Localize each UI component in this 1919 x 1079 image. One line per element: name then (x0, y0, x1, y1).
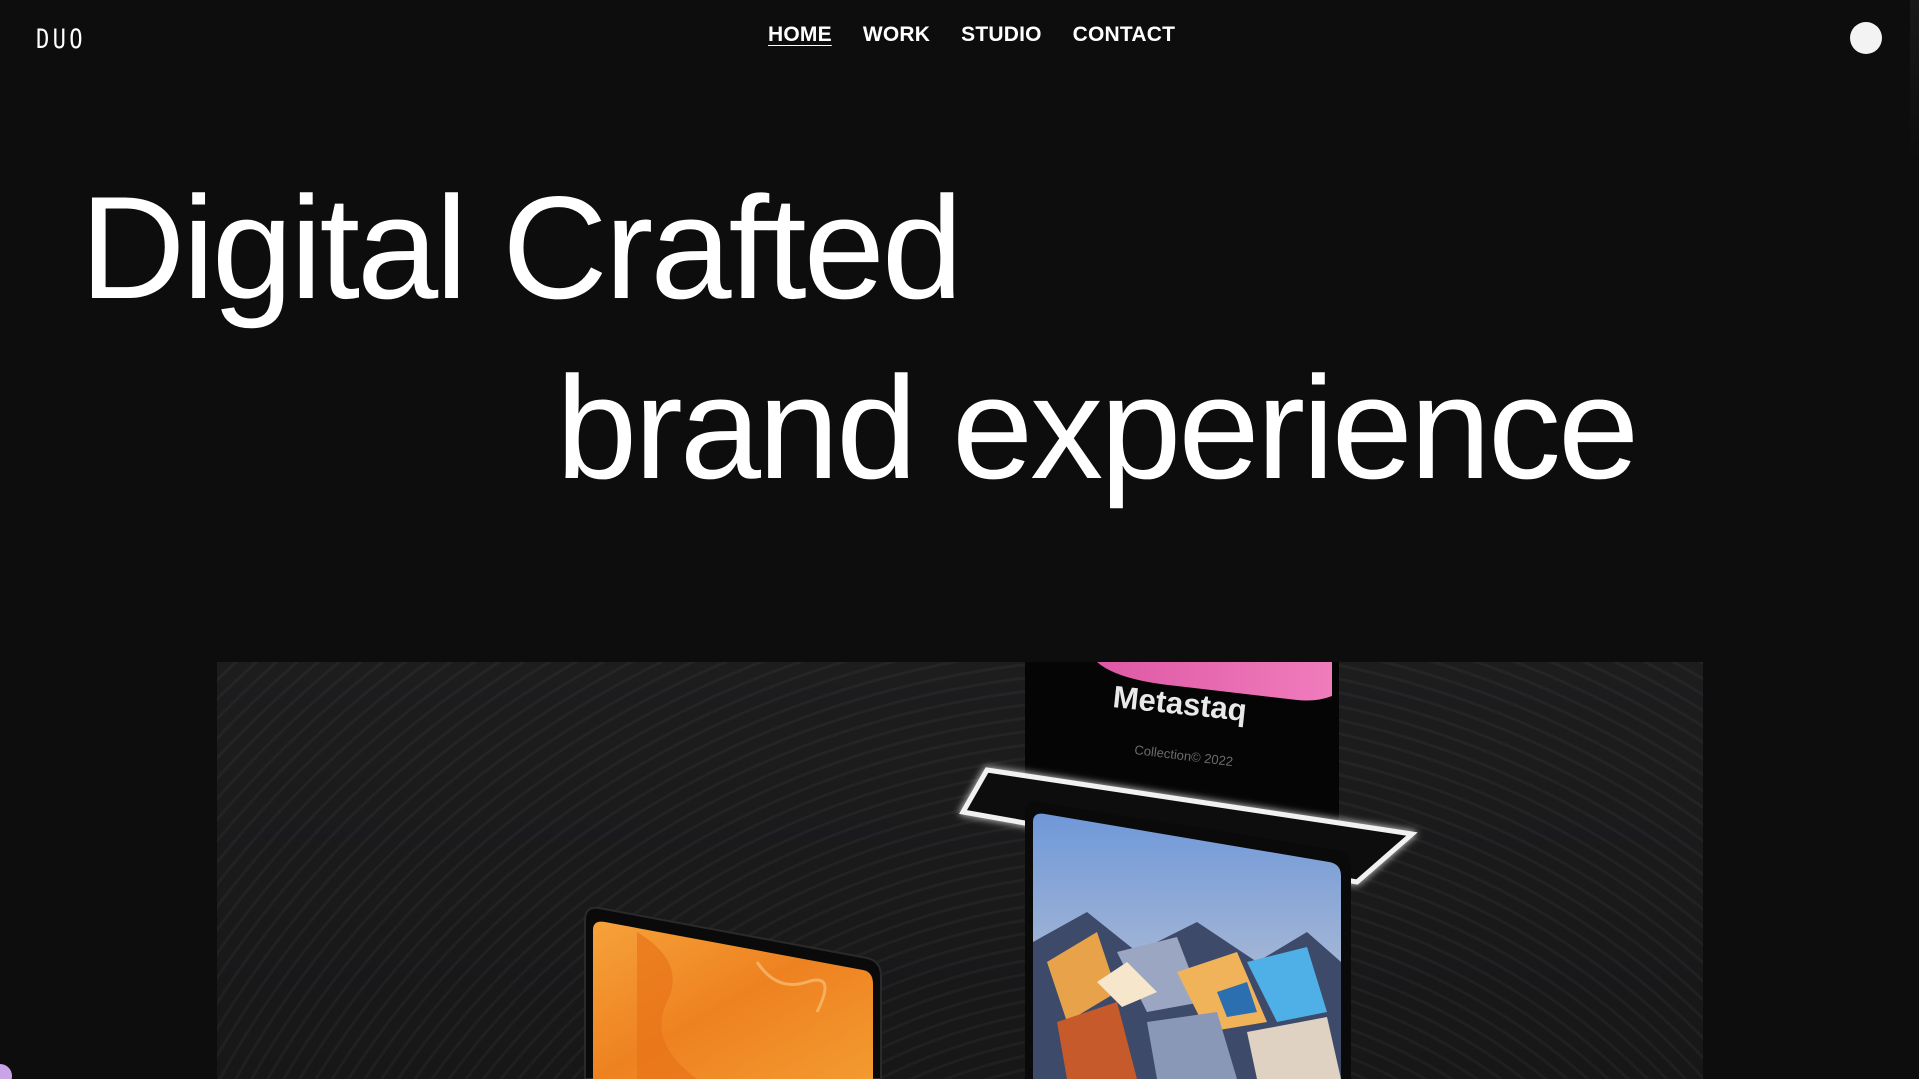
showcase-artwork: Metastaq Collection© 2022 (584, 662, 1418, 1079)
hero-headline-line-2: brand experience (556, 346, 1639, 509)
main-nav: HOME WORK STUDIO CONTACT (768, 23, 1175, 47)
logo[interactable]: DUO (36, 24, 86, 55)
showcase-image: Metastaq Collection© 2022 (217, 662, 1703, 1079)
corner-decoration (0, 1064, 12, 1079)
orange-card (584, 906, 882, 1079)
circle-menu-icon[interactable] (1850, 22, 1882, 54)
hero-headline-line-1: Digital Crafted (80, 166, 963, 329)
scrollbar[interactable] (1910, 0, 1919, 160)
nav-item-contact[interactable]: CONTACT (1073, 23, 1176, 47)
page: DUO HOME WORK STUDIO CONTACT Digital Cra… (0, 0, 1919, 1079)
nav-item-home[interactable]: HOME (768, 23, 832, 47)
nav-item-studio[interactable]: STUDIO (961, 23, 1042, 47)
nav-item-work[interactable]: WORK (863, 23, 930, 47)
